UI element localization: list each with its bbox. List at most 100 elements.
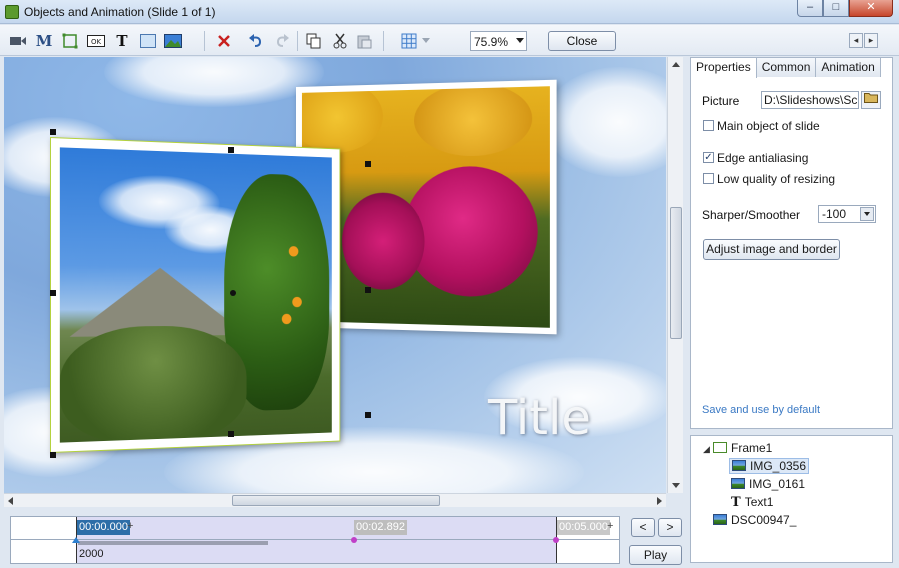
resize-handle[interactable] (50, 452, 56, 458)
keyframe-time-start[interactable]: 00:00.000 (77, 520, 130, 535)
minimize-button[interactable]: – (797, 0, 823, 17)
folder-icon (864, 93, 878, 103)
rotation-center-handle[interactable] (230, 290, 236, 296)
resize-handle[interactable] (50, 129, 56, 135)
toolbar-separator (297, 31, 298, 51)
main-object-label: Main object of slide (717, 119, 820, 133)
keyframe-time-end[interactable]: 00:05.000 (557, 520, 610, 535)
horizontal-scrollbar[interactable] (4, 493, 666, 507)
adjust-image-border-button[interactable]: Adjust image and border (703, 239, 840, 260)
picture-path-field[interactable]: D:\Slideshows\Scre (761, 91, 859, 109)
edge-antialiasing-label: Edge antialiasing (717, 151, 809, 165)
prev-keyframe-button[interactable]: < (631, 518, 655, 537)
check-icon: ✓ (704, 152, 713, 163)
resize-handle[interactable] (365, 161, 371, 167)
slide-title-text[interactable]: Title (488, 390, 591, 446)
landscape-image (59, 147, 332, 443)
button-icon[interactable]: OK (86, 31, 106, 51)
redo-icon[interactable] (272, 31, 292, 51)
scroll-down-icon[interactable] (672, 483, 680, 488)
rectangle-icon[interactable] (138, 31, 158, 51)
frame-icon (713, 442, 727, 453)
keyframe-dot[interactable] (553, 537, 559, 543)
grid-icon[interactable] (399, 31, 419, 51)
scroll-left-icon[interactable] (8, 497, 13, 505)
timeline-duration-bar[interactable] (78, 541, 268, 545)
timeline-divider (10, 539, 620, 540)
picture-label: Picture (702, 94, 740, 108)
resize-handle[interactable] (365, 412, 371, 418)
keyframe-dot[interactable] (351, 537, 357, 543)
nav-next-button[interactable]: ▸ (864, 33, 878, 48)
sharper-smoother-select[interactable]: -100 (818, 205, 876, 223)
zoom-select[interactable]: 75.9% (470, 31, 527, 51)
cut-icon[interactable] (330, 31, 350, 51)
app-icon (5, 5, 19, 19)
low-quality-checkbox[interactable] (703, 173, 714, 184)
toolbar: M OK T 75.9% Close ◂ ▸ (0, 25, 899, 56)
add-keyframe-icon[interactable]: + (607, 520, 613, 532)
tree-item-img-0356[interactable]: IMG_0356 (729, 458, 810, 474)
next-keyframe-button[interactable]: > (658, 518, 682, 537)
scroll-up-icon[interactable] (672, 62, 680, 67)
paste-icon[interactable] (355, 31, 375, 51)
toolbar-separator (383, 31, 384, 51)
grid-dropdown-icon[interactable] (420, 31, 432, 51)
chevron-down-icon[interactable] (860, 207, 874, 221)
cloud (544, 67, 666, 177)
duration-label: 2000 (79, 548, 104, 560)
text-icon[interactable]: T (112, 31, 132, 51)
resize-handle[interactable] (228, 147, 234, 153)
mask-icon[interactable]: M (34, 31, 54, 51)
nav-prev-button[interactable]: ◂ (849, 33, 863, 48)
toolbar-separator (204, 31, 205, 51)
tree-item-frame1[interactable]: Frame1 (713, 441, 772, 455)
resize-handle[interactable] (50, 290, 56, 296)
window-controls: – □ ✕ (797, 0, 893, 17)
slide-canvas[interactable]: Title (4, 57, 666, 493)
edge-antialiasing-checkbox[interactable]: ✓ (703, 152, 714, 163)
undo-icon[interactable] (246, 31, 266, 51)
maximize-button[interactable]: □ (823, 0, 849, 17)
cloud (104, 57, 324, 107)
close-button[interactable]: Close (548, 31, 616, 51)
tree-item-text1[interactable]: T Text1 (731, 495, 773, 510)
browse-folder-button[interactable] (861, 91, 881, 109)
tree-expander-icon[interactable]: ◢ (703, 444, 710, 455)
copy-icon[interactable] (304, 31, 324, 51)
image-icon (732, 460, 746, 471)
scroll-thumb[interactable] (232, 495, 440, 506)
tab-animation[interactable]: Animation (815, 57, 881, 77)
zoom-value: 75.9% (474, 35, 509, 49)
sharper-smoother-value: -100 (822, 207, 847, 221)
scroll-right-icon[interactable] (657, 497, 662, 505)
scroll-thumb[interactable] (670, 207, 682, 339)
tree-item-img-0161[interactable]: IMG_0161 (731, 477, 805, 491)
window-title: Objects and Animation (Slide 1 of 1) (24, 5, 216, 19)
vertical-scrollbar[interactable] (667, 57, 683, 493)
tab-properties[interactable]: Properties (690, 57, 757, 78)
image-icon[interactable] (163, 31, 183, 51)
keyframe-time-mid[interactable]: 00:02.892 (354, 520, 407, 535)
save-default-link[interactable]: Save and use by default (702, 404, 820, 416)
close-window-button[interactable]: ✕ (849, 0, 893, 17)
image-icon (713, 514, 727, 525)
resize-handle[interactable] (228, 431, 234, 437)
text-icon: T (731, 495, 741, 510)
toolbar-nav: ◂ ▸ (849, 33, 878, 48)
resize-handle[interactable] (365, 287, 371, 293)
tab-common[interactable]: Common (755, 57, 817, 77)
play-button[interactable]: Play (629, 545, 682, 565)
main-object-checkbox[interactable] (703, 120, 714, 131)
tree-item-dsc00947[interactable]: DSC00947_ (713, 513, 796, 527)
frame-icon[interactable] (60, 31, 80, 51)
photo-landscape[interactable] (50, 137, 341, 453)
delete-icon[interactable] (214, 31, 234, 51)
sharper-smoother-label: Sharper/Smoother (702, 208, 801, 222)
title-bar: Objects and Animation (Slide 1 of 1) – □… (0, 0, 899, 24)
image-icon (731, 478, 745, 489)
video-icon[interactable] (8, 31, 28, 51)
playhead-marker-icon[interactable] (72, 537, 80, 543)
svg-text:OK: OK (91, 38, 102, 46)
add-keyframe-icon[interactable]: + (127, 520, 133, 532)
